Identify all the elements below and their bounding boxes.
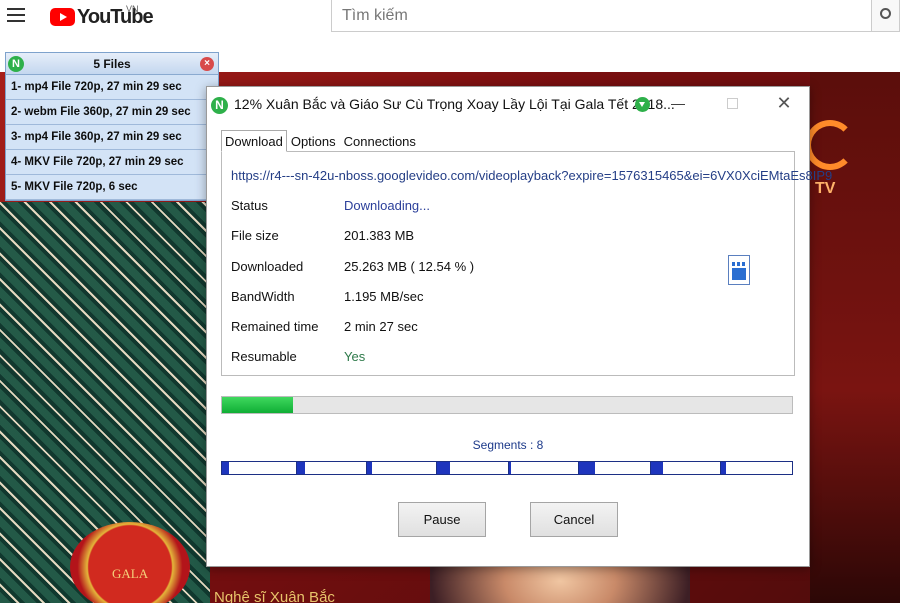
remained-time-label: Remained time	[231, 319, 319, 334]
download-info-panel: https://r4---sn-42u-nboss.googlevideo.co…	[221, 151, 832, 376]
file-option-item[interactable]: 2- webm File 360p, 27 min 29 sec	[6, 100, 218, 125]
downloaded-value: 25.263 MB ( 12.54 % )	[344, 259, 475, 274]
segment-1	[222, 462, 297, 474]
file-option-item[interactable]: 1- mp4 File 720p, 27 min 29 sec	[6, 75, 218, 100]
youtube-play-icon	[50, 8, 75, 26]
segment-7	[650, 462, 722, 474]
segment-progress-mark	[508, 462, 511, 474]
segment-progress-mark	[437, 462, 450, 474]
segment-4	[437, 462, 509, 474]
download-progress-dialog: N 12% Xuân Bắc và Giáo Sư Cù Trọng Xoay …	[206, 86, 832, 567]
segment-progress-mark	[721, 462, 727, 474]
status-label: Status	[231, 198, 268, 213]
downloaded-label: Downloaded	[231, 259, 304, 274]
idm-logo-icon: N	[211, 97, 228, 114]
file-size-label: File size	[231, 228, 279, 243]
download-progress-fill	[222, 397, 294, 413]
segment-8	[721, 462, 792, 474]
dialog-tabs: Download Options Connections	[221, 130, 420, 152]
bandwidth-label: BandWidth	[231, 289, 295, 304]
segment-3	[367, 462, 438, 474]
country-code: VN	[126, 4, 139, 14]
download-progress-bar	[221, 396, 793, 414]
file-size-value: 201.383 MB	[344, 228, 415, 243]
tab-options[interactable]: Options	[287, 130, 340, 152]
resumable-value: Yes	[344, 349, 366, 364]
segment-progress-mark	[222, 462, 229, 474]
youtube-logo-text: YouTube	[77, 5, 154, 28]
segments-label: Segments : 8	[472, 438, 544, 452]
segment-progress-mark	[650, 462, 663, 474]
video-caption: Nghệ sĩ Xuân Bắc	[214, 589, 335, 603]
tab-download[interactable]: Download	[221, 130, 287, 152]
segment-progress-mark	[296, 462, 305, 474]
files-panel-header: N 5 Files ×	[6, 53, 218, 75]
segment-2	[296, 462, 368, 474]
remained-time-value: 2 min 27 sec	[344, 319, 418, 334]
search-button[interactable]	[871, 0, 900, 32]
dialog-title: 12% Xuân Bắc và Giáo Sư Cù Trọng Xoay Lầ…	[234, 96, 675, 112]
file-option-item[interactable]: 3- mp4 File 360p, 27 min 29 sec	[6, 125, 218, 150]
files-panel: N 5 Files × 1- mp4 File 720p, 27 min 29 …	[5, 52, 219, 201]
screen: YouTube VN Tìm kiếm TV GALA Nghệ sĩ Xuân…	[0, 0, 900, 603]
minimize-button[interactable]: —	[670, 95, 686, 113]
youtube-header: YouTube VN Tìm kiếm	[0, 0, 900, 33]
file-option-item[interactable]: 5- MKV File 720p, 6 sec	[6, 175, 218, 200]
close-icon[interactable]: ×	[200, 57, 214, 71]
file-option-item[interactable]: 4- MKV File 720p, 27 min 29 sec	[6, 150, 218, 175]
segment-progress-mark	[367, 462, 373, 474]
search-input[interactable]: Tìm kiếm	[331, 0, 872, 32]
segment-progress-mark	[579, 462, 595, 474]
dialog-titlebar[interactable]: N 12% Xuân Bắc và Giáo Sư Cù Trọng Xoay …	[207, 87, 809, 123]
resumable-label: Resumable	[231, 349, 297, 364]
segments-bar	[221, 461, 793, 475]
gala-emblem	[70, 522, 190, 603]
segment-5	[508, 462, 580, 474]
pause-button[interactable]: Pause	[398, 502, 486, 537]
close-button[interactable]: ✕	[775, 93, 793, 113]
tab-connections[interactable]: Connections	[340, 130, 420, 152]
maximize-button[interactable]	[727, 98, 738, 109]
bandwidth-value: 1.195 MB/sec	[344, 289, 424, 304]
download-arrow-icon	[635, 97, 650, 112]
channel-logo-icon	[805, 120, 855, 170]
status-value: Downloading...	[344, 198, 430, 213]
gala-emblem-text: GALA	[112, 566, 149, 581]
video-file-icon	[728, 255, 750, 285]
cancel-button[interactable]: Cancel	[530, 502, 618, 537]
segment-6	[579, 462, 651, 474]
files-panel-title: 5 Files	[93, 57, 131, 71]
search-icon	[880, 8, 891, 19]
menu-icon[interactable]	[7, 8, 25, 22]
download-url: https://r4---sn-42u-nboss.googlevideo.co…	[231, 168, 833, 183]
